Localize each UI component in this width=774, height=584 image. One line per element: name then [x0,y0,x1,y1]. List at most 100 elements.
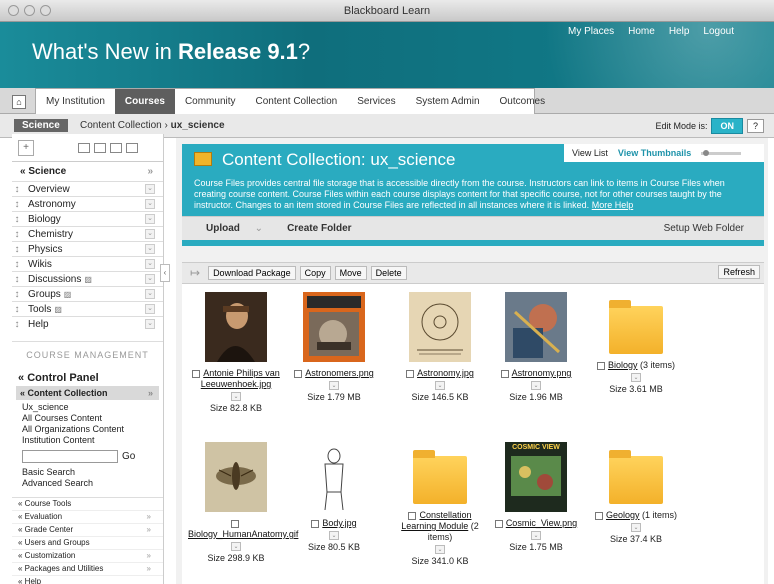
view-list-link[interactable]: View List [572,148,608,158]
window-controls[interactable] [8,5,51,16]
sidebar-item-tools[interactable]: ↕ Tools ▨ ⌄ [12,301,163,316]
release-title[interactable]: What's New in Release 9.1? [32,39,310,65]
file-item[interactable]: Astronomers.png ⌄ Size 1.79 MB [286,292,382,402]
file-item[interactable]: Biology_HumanAnatomy.gif ⌄ Size 298.9 KB [188,442,298,563]
breadcrumb-parent[interactable]: Content Collection [80,120,162,131]
chevron-down-icon[interactable]: ⌄ [231,392,241,401]
item-options-icon[interactable]: ⌄ [145,259,155,269]
drag-handle-icon[interactable]: ↕ [12,319,22,330]
help-link[interactable]: Help [669,26,690,37]
home-icon[interactable]: ⌂ [12,95,26,109]
tab-system-admin[interactable]: System Admin [406,89,490,114]
folder-view-icon[interactable] [94,142,106,153]
file-item[interactable]: Astronomy.jpg ⌄ Size 146.5 KB [392,292,488,402]
new-window-icon[interactable] [110,142,122,153]
sidebar-item-discussions[interactable]: ↕ Discussions ▨ ⌄ [12,271,163,286]
basic-search-link[interactable]: Basic Search [22,467,153,478]
item-name-link[interactable]: Astronomy.jpg [417,368,474,378]
drag-handle-icon[interactable]: ↕ [12,304,22,315]
item-name-link[interactable]: Biology [608,360,638,370]
upload-button[interactable]: Upload ⌄ [182,223,275,234]
item-options-icon[interactable]: ⌄ [145,229,155,239]
logout-link[interactable]: Logout [703,26,734,37]
content-collection-heading[interactable]: « Content Collection» [16,386,159,400]
control-panel-heading[interactable]: « Control Panel [12,360,163,386]
chevron-down-icon[interactable]: ⌄ [435,545,445,554]
image-thumbnail[interactable]: COSMIC VIEW [505,442,567,512]
download-package-button[interactable]: Download Package [208,266,296,280]
cc-link-all-courses[interactable]: All Courses Content [22,413,153,424]
home-link[interactable]: Home [628,26,655,37]
folder-item[interactable]: Biology (3 items) ⌄ Size 3.61 MB [588,292,684,394]
minimize-light[interactable] [24,5,35,16]
select-checkbox[interactable] [311,519,320,528]
item-options-icon[interactable]: ⌄ [145,304,155,314]
item-options-icon[interactable]: ⌄ [145,319,155,329]
chevron-down-icon[interactable]: ⌄ [531,531,541,540]
add-menu-item-icon[interactable]: + [18,139,34,156]
chevron-down-icon[interactable]: ⌄ [631,373,641,382]
edit-mode-toggle[interactable]: ON [711,118,743,134]
cc-link-all-orgs[interactable]: All Organizations Content [22,424,153,435]
file-item[interactable]: Astronomy.png ⌄ Size 1.96 MB [488,292,584,402]
cc-link-institution[interactable]: Institution Content [22,435,153,446]
item-name-link[interactable]: Geology [606,510,640,520]
copy-button[interactable]: Copy [299,266,331,280]
slider-handle[interactable] [703,149,710,156]
tab-community[interactable]: Community [175,89,246,114]
image-thumbnail[interactable] [205,442,267,512]
go-button[interactable]: Go [122,451,135,462]
move-button[interactable]: Move [334,266,367,280]
close-light[interactable] [8,5,19,16]
cp-tool-help[interactable]: « Help [12,576,163,584]
item-name-link[interactable]: Astronomy.png [512,368,572,378]
item-options-icon[interactable]: ⌄ [145,274,155,284]
advanced-search-link[interactable]: Advanced Search [22,478,153,489]
cp-tool-course-tools[interactable]: « Course Tools [12,498,163,511]
folder-item[interactable]: Geology (1 items) ⌄ Size 37.4 KB [588,442,684,544]
edit-mode-help-button[interactable]: ? [746,119,764,133]
drag-handle-icon[interactable]: ↕ [12,199,22,210]
delete-button[interactable]: Delete [370,266,407,280]
chevron-down-icon[interactable]: ⌄ [631,523,641,532]
tab-services[interactable]: Services [347,89,405,114]
chevron-down-icon[interactable]: ⌄ [435,381,445,390]
drag-handle-icon[interactable]: ↕ [12,244,22,255]
reorder-icon[interactable] [126,142,138,153]
cp-tool-customization[interactable]: « Customization» [12,550,163,563]
drag-handle-icon[interactable]: ↕ [12,184,22,195]
chevron-down-icon[interactable]: ⌄ [329,381,339,390]
select-checkbox[interactable] [408,511,417,520]
item-name-link[interactable]: Astronomers.png [305,368,374,378]
image-thumbnail[interactable] [303,442,365,512]
tab-outcomes[interactable]: Outcomes [490,89,556,114]
more-help-link[interactable]: More Help [592,200,634,210]
sidebar-item-help[interactable]: ↕ Help ⌄ [12,316,163,331]
drag-handle-icon[interactable]: ↕ [12,229,22,240]
item-options-icon[interactable]: ⌄ [145,184,155,194]
sidebar-item-groups[interactable]: ↕ Groups ▨ ⌄ [12,286,163,301]
setup-web-folder-button[interactable]: Setup Web Folder [652,223,756,234]
collapse-menu-icon[interactable]: ‹ [160,264,170,282]
select-checkbox[interactable] [406,369,415,378]
drag-handle-icon[interactable]: ↕ [12,289,22,300]
select-checkbox[interactable] [596,361,605,370]
file-item[interactable]: COSMIC VIEW Cosmic_View.png ⌄ Size 1.75 MB [488,442,584,552]
select-checkbox[interactable] [594,511,603,520]
sidebar-item-astronomy[interactable]: ↕ Astronomy ⌄ [12,196,163,211]
tab-content-collection[interactable]: Content Collection [246,89,348,114]
folder-item[interactable]: Constellation Learning Module (2 items) ⌄… [392,442,488,566]
cp-tool-evaluation[interactable]: « Evaluation» [12,511,163,524]
drag-handle-icon[interactable]: ↕ [12,214,22,225]
cp-tool-grade-center[interactable]: « Grade Center» [12,524,163,537]
cp-tool-packages-and-utilities[interactable]: « Packages and Utilities» [12,563,163,576]
image-thumbnail[interactable] [303,292,365,362]
sidebar-item-biology[interactable]: ↕ Biology ⌄ [12,211,163,226]
tab-courses[interactable]: Courses [114,89,175,114]
item-options-icon[interactable]: ⌄ [145,244,155,254]
breadcrumb-course[interactable]: Science [14,119,68,132]
view-thumbnails-link[interactable]: View Thumbnails [618,148,691,158]
tab-my-institution[interactable]: My Institution [36,89,115,114]
drag-handle-icon[interactable]: ↕ [12,259,22,270]
file-item[interactable]: Antonie Philips van Leeuwenhoek.jpg ⌄ Size… [188,292,284,413]
